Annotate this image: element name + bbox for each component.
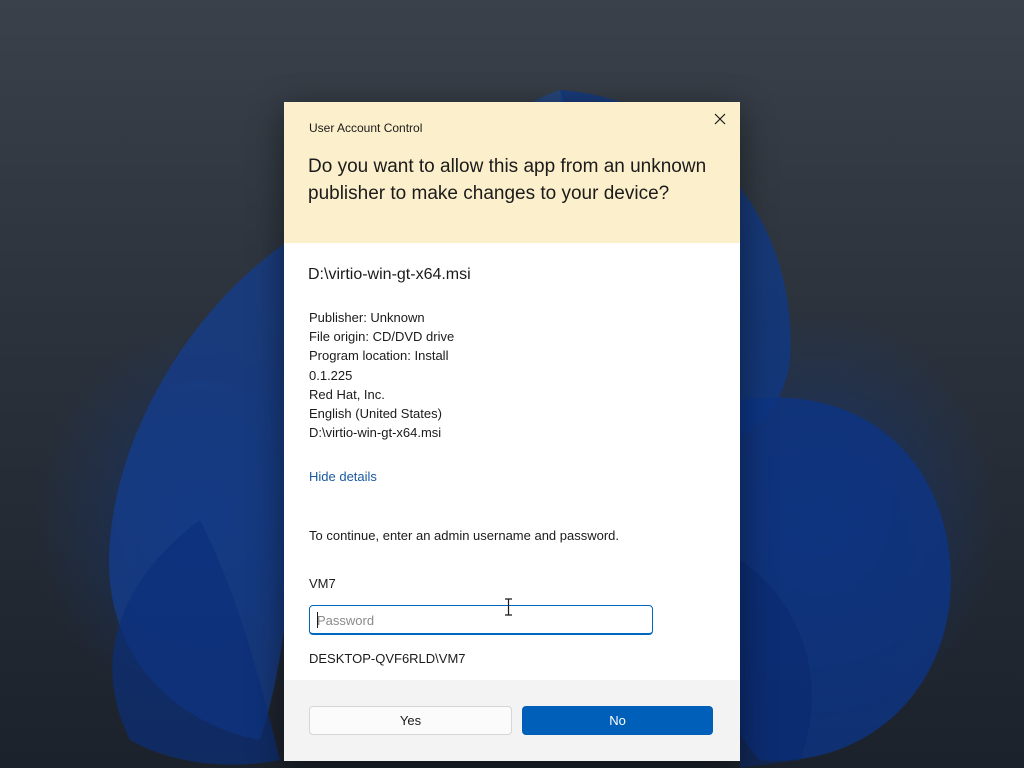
dialog-title: User Account Control <box>309 121 423 135</box>
credential-instruction: To continue, enter an admin username and… <box>309 528 620 543</box>
detail-file-path: D:\virtio-win-gt-x64.msi <box>309 425 442 441</box>
password-input[interactable] <box>317 610 637 630</box>
dialog-footer: Yes No <box>284 680 740 761</box>
detail-program-location: Program location: Install <box>309 348 449 364</box>
detail-file-origin: File origin: CD/DVD drive <box>309 329 455 345</box>
hide-details-link[interactable]: Hide details <box>309 469 377 484</box>
dialog-header: User Account Control Do you want to allo… <box>284 102 740 243</box>
username-label: VM7 <box>309 576 336 591</box>
domain-user-label: DESKTOP-QVF6RLD\VM7 <box>309 651 466 666</box>
yes-button[interactable]: Yes <box>309 706 512 735</box>
detail-company: Red Hat, Inc. <box>309 386 385 402</box>
details-list: Publisher: Unknown File origin: CD/DVD d… <box>309 308 454 442</box>
app-path: D:\virtio-win-gt-x64.msi <box>308 266 471 283</box>
detail-publisher: Publisher: Unknown <box>309 310 425 325</box>
close-icon <box>714 113 726 125</box>
dialog-headline: Do you want to allow this app from an un… <box>308 156 707 204</box>
password-field[interactable] <box>309 605 653 635</box>
close-button[interactable] <box>700 102 740 136</box>
ibeam-cursor-icon <box>505 598 512 616</box>
detail-language: English (United States) <box>309 406 442 422</box>
detail-version: 0.1.225 <box>309 367 353 383</box>
text-caret <box>317 612 318 628</box>
no-button[interactable]: No <box>522 706 713 735</box>
uac-dialog: User Account Control Do you want to allo… <box>284 102 740 761</box>
